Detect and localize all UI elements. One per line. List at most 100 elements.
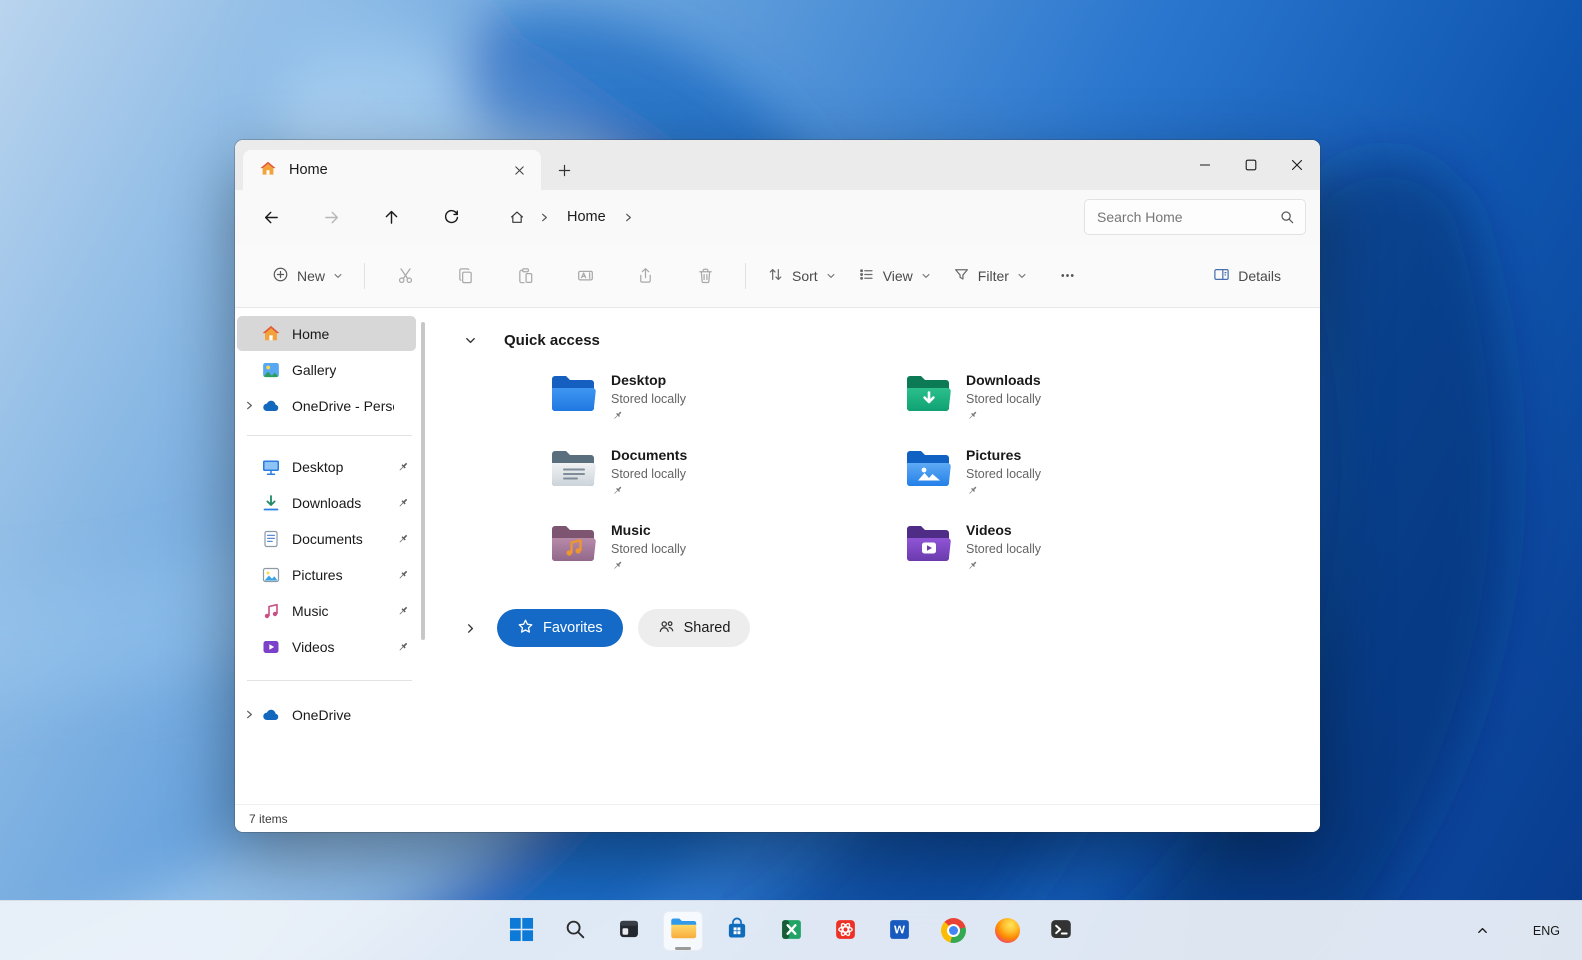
pin-icon xyxy=(396,496,410,510)
pin-icon xyxy=(611,559,686,572)
word-button[interactable] xyxy=(879,911,919,951)
paste-button[interactable] xyxy=(505,256,545,296)
folder-tile-desktop[interactable]: Desktop Stored locally xyxy=(550,368,905,443)
sidebar-scrollbar[interactable] xyxy=(421,322,425,640)
gallery-icon xyxy=(261,360,281,380)
folder-name: Documents xyxy=(611,447,688,463)
details-label: Details xyxy=(1238,267,1281,284)
pictures-icon xyxy=(261,565,281,585)
microsoft-store-button[interactable] xyxy=(717,911,757,951)
forward-button[interactable] xyxy=(311,199,351,235)
chevron-down-icon xyxy=(1017,268,1027,284)
folder-tile-videos[interactable]: Videos Stored locally xyxy=(905,518,1260,593)
dark-window-app-button[interactable] xyxy=(609,911,649,951)
new-button[interactable]: New xyxy=(261,256,354,296)
sort-button[interactable]: Sort xyxy=(756,256,847,296)
excel-button[interactable] xyxy=(771,911,811,951)
chevron-down-icon xyxy=(921,268,931,284)
taskbar-icons xyxy=(501,901,1081,960)
terminal-button[interactable] xyxy=(1041,911,1081,951)
pin-icon xyxy=(611,484,687,497)
folder-tile-documents[interactable]: Documents Stored locally xyxy=(550,443,905,518)
folder-subtitle: Stored locally xyxy=(966,392,1042,406)
folder-tile-downloads[interactable]: Downloads Stored locally xyxy=(905,368,1260,443)
sidebar-item-videos[interactable]: Videos xyxy=(237,629,416,664)
search-button[interactable] xyxy=(555,911,595,951)
search-input[interactable] xyxy=(1097,209,1279,225)
folder-name: Videos xyxy=(966,522,1012,538)
folder-tile-pictures[interactable]: Pictures Stored locally xyxy=(905,443,1260,518)
taskbar: ENG xyxy=(0,900,1582,960)
breadcrumb: Home xyxy=(495,198,1070,236)
sidebar-item-gallery[interactable]: Gallery xyxy=(237,352,416,387)
sidebar-item-onedrive-personal[interactable]: OneDrive - Personal xyxy=(237,388,416,423)
chevron-down-icon xyxy=(826,268,836,284)
new-tab-button[interactable] xyxy=(547,155,581,185)
folder-name: Desktop xyxy=(611,372,667,388)
tab-close-button[interactable] xyxy=(505,157,533,183)
quick-access-grid: Desktop Stored locally Downloads Stored … xyxy=(550,368,1320,593)
chevron-right-icon[interactable] xyxy=(237,400,261,411)
minimize-button[interactable] xyxy=(1182,140,1228,190)
back-button[interactable] xyxy=(251,199,291,235)
status-bar: 7 items xyxy=(235,804,1320,832)
close-button[interactable] xyxy=(1274,140,1320,190)
firefox-button[interactable] xyxy=(987,911,1027,951)
onedrive-icon xyxy=(261,705,281,725)
command-toolbar: New Sort View Filter Details xyxy=(235,244,1320,308)
sidebar-divider xyxy=(247,435,412,436)
sidebar-item-pictures[interactable]: Pictures xyxy=(237,557,416,592)
sidebar-item-downloads[interactable]: Downloads xyxy=(237,485,416,520)
sidebar-item-home[interactable]: Home xyxy=(237,316,416,351)
file-explorer-icon xyxy=(670,916,697,945)
chevron-right-icon[interactable] xyxy=(237,709,261,720)
rename-button[interactable] xyxy=(565,256,605,296)
sidebar-item-music[interactable]: Music xyxy=(237,593,416,628)
breadcrumb-item-home[interactable]: Home xyxy=(555,205,618,229)
view-button[interactable]: View xyxy=(847,256,942,296)
details-button[interactable]: Details xyxy=(1202,256,1292,296)
share-button[interactable] xyxy=(625,256,665,296)
language-indicator[interactable]: ENG xyxy=(1525,918,1568,944)
start-button[interactable] xyxy=(501,911,541,951)
up-button[interactable] xyxy=(371,199,411,235)
favorites-button[interactable]: Favorites xyxy=(497,609,623,647)
breadcrumb-home-icon[interactable] xyxy=(501,202,533,232)
delete-button[interactable] xyxy=(685,256,725,296)
music-folder-icon xyxy=(550,522,598,564)
file-explorer-button[interactable] xyxy=(663,910,703,951)
chrome-button[interactable] xyxy=(933,911,973,951)
filter-button[interactable]: Filter xyxy=(942,256,1038,296)
maximize-button[interactable] xyxy=(1228,140,1274,190)
chevron-down-icon[interactable] xyxy=(458,328,482,352)
sidebar-item-onedrive[interactable]: OneDrive xyxy=(237,697,416,732)
titlebar: Home xyxy=(235,140,1320,190)
pin-icon xyxy=(396,568,410,582)
acrobat-icon xyxy=(833,917,858,945)
search-box[interactable] xyxy=(1084,199,1306,235)
refresh-button[interactable] xyxy=(431,199,471,235)
tab-home[interactable]: Home xyxy=(243,150,541,190)
file-explorer-window: Home Home Search Home New Sort View Filt… xyxy=(235,140,1320,832)
tray-chevron-up-button[interactable] xyxy=(1469,917,1497,945)
acrobat-button[interactable] xyxy=(825,911,865,951)
search-icon[interactable] xyxy=(1279,209,1295,225)
sidebar-item-documents[interactable]: Documents xyxy=(237,521,416,556)
chevron-right-icon[interactable] xyxy=(458,616,482,640)
copy-button[interactable] xyxy=(445,256,485,296)
sidebar-item-desktop[interactable]: Desktop xyxy=(237,449,416,484)
section-title: Quick access xyxy=(504,331,600,349)
more-options-button[interactable] xyxy=(1048,256,1088,296)
folder-tile-music[interactable]: Music Stored locally xyxy=(550,518,905,593)
shared-button[interactable]: Shared xyxy=(637,609,751,647)
downloads-icon xyxy=(261,493,281,513)
view-icon xyxy=(858,266,875,286)
folder-subtitle: Stored locally xyxy=(611,392,687,406)
sort-label: Sort xyxy=(792,267,818,284)
toolbar-separator xyxy=(364,262,366,289)
breadcrumb-chevron-icon[interactable] xyxy=(618,202,640,232)
plus-circle-icon xyxy=(272,266,289,286)
sidebar-divider xyxy=(247,680,412,681)
breadcrumb-chevron-icon[interactable] xyxy=(533,202,555,232)
cut-button[interactable] xyxy=(385,256,425,296)
